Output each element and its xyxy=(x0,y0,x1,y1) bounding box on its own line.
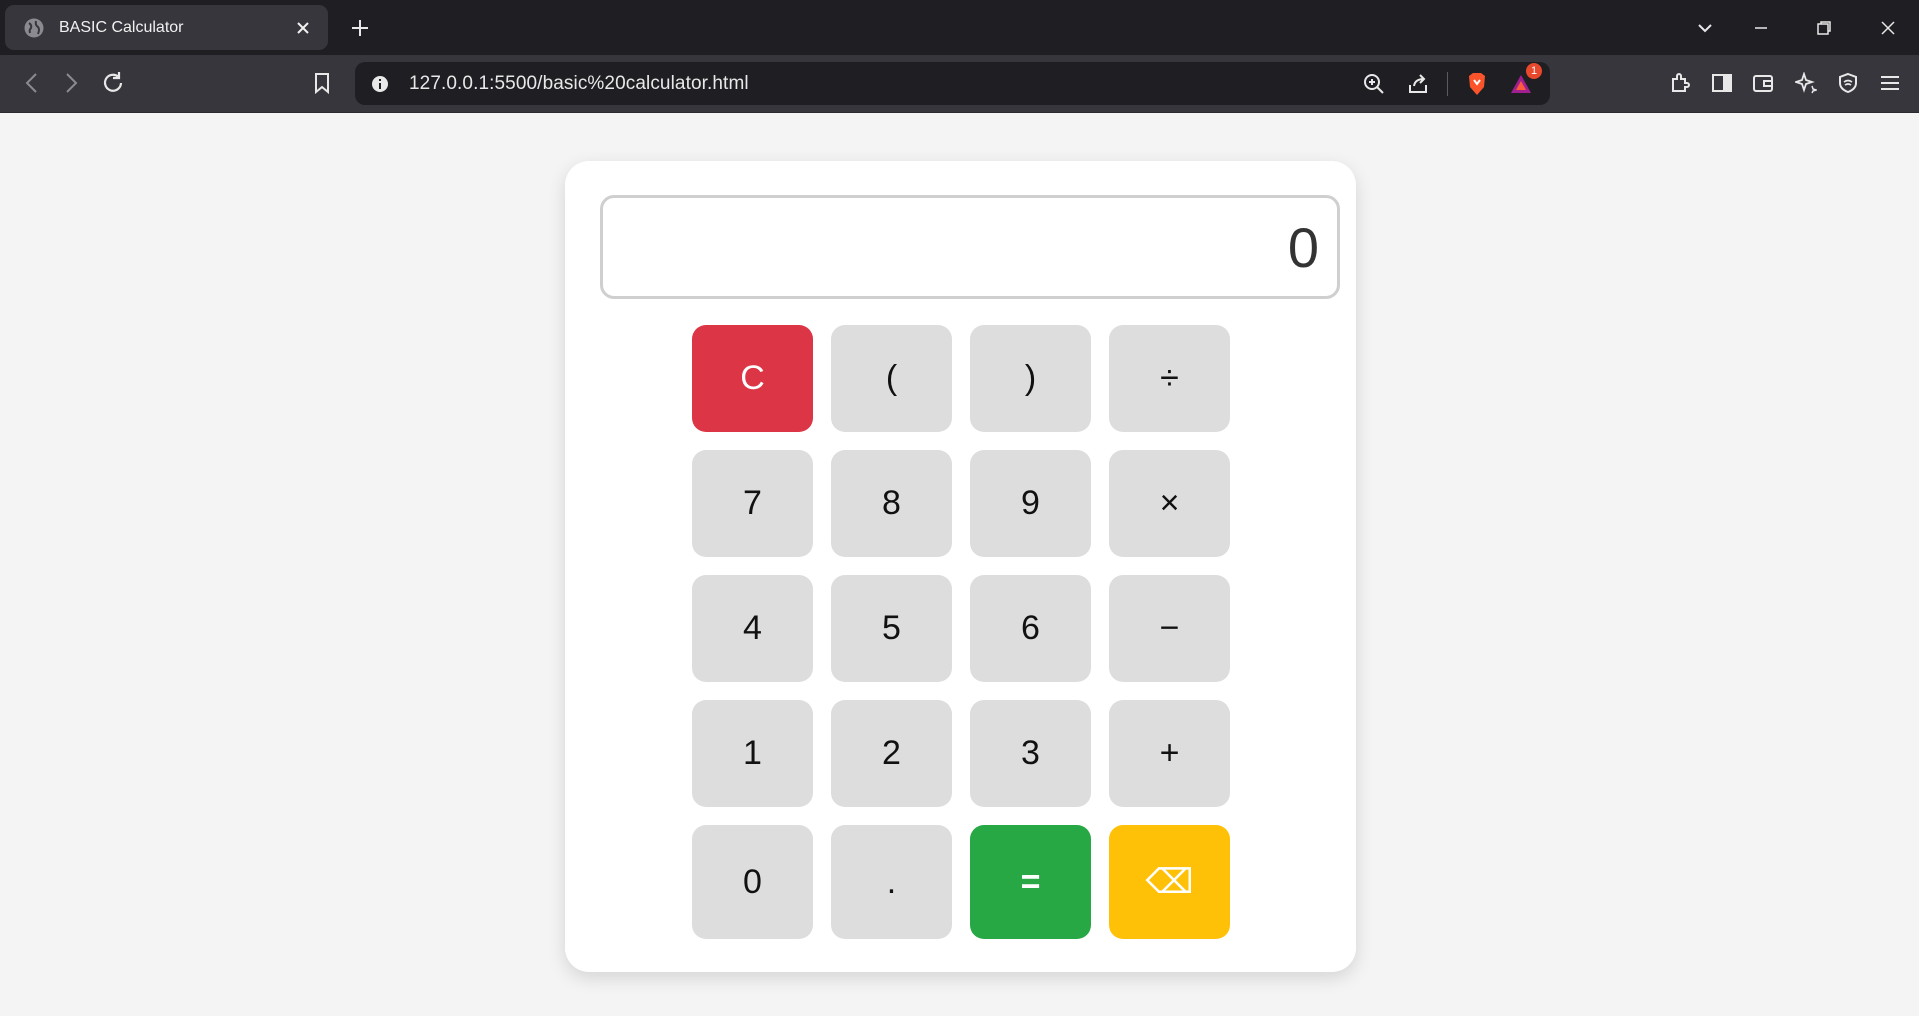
add-button[interactable]: + xyxy=(1109,700,1230,807)
site-info-icon[interactable] xyxy=(367,71,393,97)
digit-7-button[interactable]: 7 xyxy=(692,450,813,557)
open-paren-button[interactable]: ( xyxy=(831,325,952,432)
divide-button[interactable]: ÷ xyxy=(1109,325,1230,432)
back-icon[interactable] xyxy=(14,65,50,101)
equals-button[interactable]: = xyxy=(970,825,1091,939)
forward-icon[interactable] xyxy=(53,65,89,101)
calculator-panel: 0 C() ÷ 7 8 9 × 4 5 6− 1 2 3 +0. = ⌫ xyxy=(565,161,1356,972)
reload-icon[interactable] xyxy=(95,65,131,101)
browser-tab[interactable]: BASIC Calculator xyxy=(5,5,328,50)
sidebar-icon[interactable] xyxy=(1704,65,1740,101)
digit-9-button[interactable]: 9 xyxy=(970,450,1091,557)
share-icon[interactable] xyxy=(1403,69,1433,99)
close-tab-icon[interactable] xyxy=(288,13,318,43)
multiply-button[interactable]: × xyxy=(1109,450,1230,557)
calculator-display[interactable]: 0 xyxy=(600,195,1340,299)
url-text[interactable]: 127.0.0.1:5500/basic%20calculator.html xyxy=(409,73,1359,95)
digit-0-button[interactable]: 0 xyxy=(692,825,813,939)
digit-8-button[interactable]: 8 xyxy=(831,450,952,557)
clear-button[interactable]: C xyxy=(692,325,813,432)
vpn-shield-icon[interactable] xyxy=(1830,65,1866,101)
brave-rewards-icon[interactable]: 1 xyxy=(1506,62,1542,99)
close-paren-button[interactable]: ) xyxy=(970,325,1091,432)
tab-list-chevron-down-icon[interactable] xyxy=(1687,10,1723,46)
zoom-icon[interactable] xyxy=(1359,69,1389,99)
subtract-button[interactable]: − xyxy=(1109,575,1230,682)
browser-toolbar: 127.0.0.1:5500/basic%20calculator.html 1 xyxy=(0,55,1919,113)
restore-icon[interactable] xyxy=(1806,10,1842,46)
digit-4-button[interactable]: 4 xyxy=(692,575,813,682)
leo-ai-icon[interactable] xyxy=(1788,65,1824,101)
digit-2-button[interactable]: 2 xyxy=(831,700,952,807)
toolbar-separator xyxy=(1447,71,1448,96)
tab-strip: BASIC Calculator xyxy=(0,0,1919,55)
backspace-button[interactable]: ⌫ xyxy=(1109,825,1230,939)
minimize-icon[interactable] xyxy=(1743,10,1779,46)
close-window-icon[interactable] xyxy=(1870,10,1906,46)
wallet-icon[interactable] xyxy=(1745,65,1781,101)
decimal-button[interactable]: . xyxy=(831,825,952,939)
digit-5-button[interactable]: 5 xyxy=(831,575,952,682)
menu-icon[interactable] xyxy=(1872,65,1908,101)
digit-3-button[interactable]: 3 xyxy=(970,700,1091,807)
keypad: C() ÷ 7 8 9 × 4 5 6− 1 2 3 +0. = ⌫ xyxy=(692,325,1230,939)
new-tab-icon[interactable] xyxy=(345,13,375,43)
address-bar[interactable]: 127.0.0.1:5500/basic%20calculator.html 1 xyxy=(355,62,1550,105)
globe-icon xyxy=(24,18,44,37)
notification-badge: 1 xyxy=(1526,62,1542,79)
digit-6-button[interactable]: 6 xyxy=(970,575,1091,682)
bookmark-icon[interactable] xyxy=(304,65,340,101)
brave-shields-icon[interactable] xyxy=(1462,69,1492,99)
tab-title: BASIC Calculator xyxy=(59,18,184,36)
digit-1-button[interactable]: 1 xyxy=(692,700,813,807)
extensions-icon[interactable] xyxy=(1662,65,1698,101)
